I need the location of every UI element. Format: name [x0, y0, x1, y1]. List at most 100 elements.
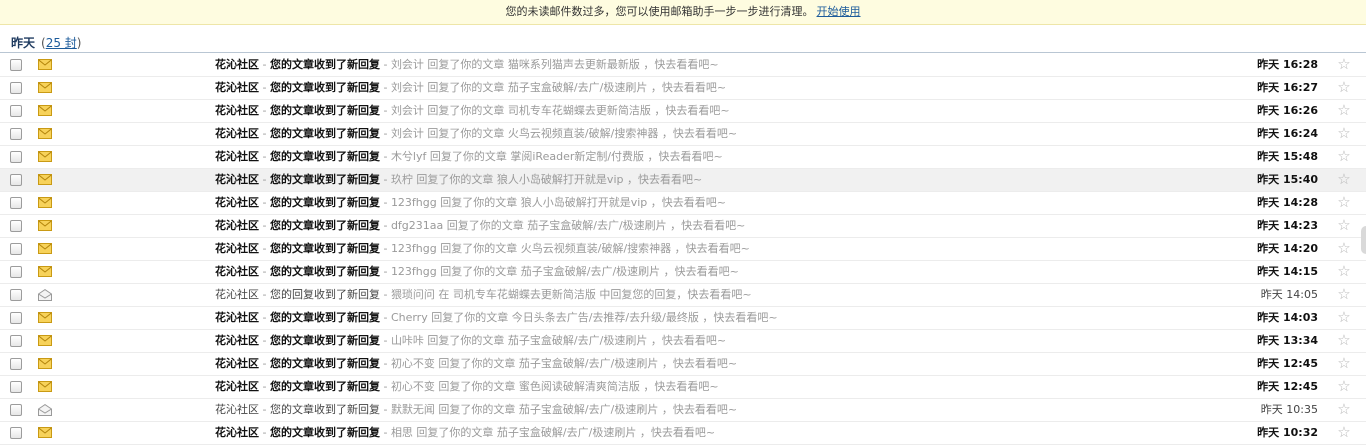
star-icon[interactable]: ☆ [1336, 309, 1352, 325]
scrollbar-handle[interactable] [1361, 226, 1366, 254]
mail-row[interactable]: 花沁社区 - 您的文章收到了新回复 - 123fhgg 回复了你的文章 火鸟云视… [0, 238, 1366, 261]
separator: - [259, 219, 270, 232]
mail-row[interactable]: 花沁社区 - 您的文章收到了新回复 - 默默无闻 回复了你的文章 茄子宝盒破解/… [0, 399, 1366, 422]
mail-line[interactable]: 花沁社区 - 您的文章收到了新回复 - 木兮lyf 回复了你的文章 掌阅iRea… [215, 146, 1245, 168]
envelope-closed-icon [38, 266, 52, 277]
row-checkbox[interactable] [10, 404, 22, 416]
mail-summary: 123fhgg 回复了你的文章 茄子宝盒破解/去广/极速刷片 ，快去看看吧~ [390, 265, 739, 278]
row-checkbox[interactable] [10, 220, 22, 232]
star-icon[interactable]: ☆ [1336, 217, 1352, 233]
row-checkbox[interactable] [10, 427, 22, 439]
mail-time: 昨天 14:15 [1257, 265, 1318, 278]
mail-line[interactable]: 花沁社区 - 您的回复收到了新回复 - 猥琐问问 在 司机专车花蝴蝶去更新简洁版… [215, 284, 1245, 306]
mail-row[interactable]: 花沁社区 - 您的文章收到了新回复 - 木兮lyf 回复了你的文章 掌阅iRea… [0, 146, 1366, 169]
row-checkbox[interactable] [10, 358, 22, 370]
star-icon[interactable]: ☆ [1336, 240, 1352, 256]
group-count: (25 封) [41, 36, 82, 50]
star-icon[interactable]: ☆ [1336, 56, 1352, 72]
mail-sender: 花沁社区 [215, 58, 259, 71]
mail-time: 昨天 10:35 [1260, 403, 1318, 416]
row-checkbox[interactable] [10, 335, 22, 347]
mail-line[interactable]: 花沁社区 - 您的文章收到了新回复 - 山咔咔 回复了你的文章 茄子宝盒破解/去… [215, 330, 1245, 352]
mail-line[interactable]: 花沁社区 - 您的文章收到了新回复 - dfg231aa 回复了你的文章 茄子宝… [215, 215, 1245, 237]
mail-time: 昨天 14:23 [1257, 219, 1318, 232]
mail-line[interactable]: 花沁社区 - 您的文章收到了新回复 - 刘会计 回复了你的文章 茄子宝盒破解/去… [215, 77, 1245, 99]
star-icon[interactable]: ☆ [1336, 355, 1352, 371]
mail-row[interactable]: 花沁社区 - 您的文章收到了新回复 - Cherry 回复了你的文章 今日头条去… [0, 307, 1366, 330]
separator: - [259, 311, 270, 324]
envelope-closed-icon [38, 381, 52, 392]
separator: - [379, 58, 391, 71]
envelope-closed-icon [38, 358, 52, 369]
start-using-link[interactable]: 开始使用 [817, 5, 861, 18]
mail-summary: dfg231aa 回复了你的文章 茄子宝盒破解/去广/极速刷片 ，快去看看吧~ [390, 219, 746, 232]
mail-subject: 您的文章收到了新回复 [269, 334, 380, 347]
star-icon[interactable]: ☆ [1336, 194, 1352, 210]
row-checkbox[interactable] [10, 243, 22, 255]
mail-line[interactable]: 花沁社区 - 您的文章收到了新回复 - 默默无闻 回复了你的文章 茄子宝盒破解/… [215, 399, 1245, 421]
row-checkbox[interactable] [10, 266, 22, 278]
mail-line[interactable]: 花沁社区 - 您的文章收到了新回复 - 初心不变 回复了你的文章 蜜色阅读破解清… [215, 376, 1245, 398]
mail-subject: 您的文章收到了新回复 [269, 173, 380, 186]
group-count-link[interactable]: 25 封 [46, 36, 77, 50]
mail-line[interactable]: 花沁社区 - 您的文章收到了新回复 - 123fhgg 回复了你的文章 火鸟云视… [215, 238, 1245, 260]
row-checkbox[interactable] [10, 381, 22, 393]
mail-summary: Cherry 回复了你的文章 今日头条去广告/去推荐/去升级/最终版 ，快去看看… [390, 311, 778, 324]
row-checkbox[interactable] [10, 128, 22, 140]
star-icon[interactable]: ☆ [1336, 424, 1352, 440]
mail-row[interactable]: 花沁社区 - 您的文章收到了新回复 - 123fhgg 回复了你的文章 茄子宝盒… [0, 261, 1366, 284]
mail-row[interactable]: 花沁社区 - 您的文章收到了新回复 - dfg231aa 回复了你的文章 茄子宝… [0, 215, 1366, 238]
row-checkbox[interactable] [10, 289, 22, 301]
mail-line[interactable]: 花沁社区 - 您的文章收到了新回复 - 初心不变 回复了你的文章 茄子宝盒破解/… [215, 353, 1245, 375]
mail-line[interactable]: 花沁社区 - 您的文章收到了新回复 - 刘会计 回复了你的文章 司机专车花蝴蝶去… [215, 100, 1245, 122]
star-icon[interactable]: ☆ [1336, 171, 1352, 187]
mail-row[interactable]: 花沁社区 - 您的文章收到了新回复 - 刘会计 回复了你的文章 猫咪系列猫声去更… [0, 54, 1366, 77]
mail-line[interactable]: 花沁社区 - 您的文章收到了新回复 - 123fhgg 回复了你的文章 狼人小岛… [215, 192, 1245, 214]
star-icon[interactable]: ☆ [1336, 79, 1352, 95]
separator: - [259, 403, 270, 416]
row-checkbox[interactable] [10, 105, 22, 117]
mail-row[interactable]: 花沁社区 - 您的文章收到了新回复 - 刘会计 回复了你的文章 司机专车花蝴蝶去… [0, 100, 1366, 123]
row-checkbox[interactable] [10, 174, 22, 186]
row-checkbox[interactable] [10, 197, 22, 209]
star-icon[interactable]: ☆ [1336, 378, 1352, 394]
separator: - [379, 104, 391, 117]
mail-row[interactable]: 花沁社区 - 您的文章收到了新回复 - 刘会计 回复了你的文章 茄子宝盒破解/去… [0, 77, 1366, 100]
separator: - [259, 357, 270, 370]
mail-row[interactable]: 花沁社区 - 您的文章收到了新回复 - 123fhgg 回复了你的文章 狼人小岛… [0, 192, 1366, 215]
mail-summary: 木兮lyf 回复了你的文章 掌阅iReader新定制/付费版 ，快去看看吧~ [390, 150, 723, 163]
mail-line[interactable]: 花沁社区 - 您的文章收到了新回复 - 玖柠 回复了你的文章 狼人小岛破解打开就… [215, 169, 1245, 191]
mail-line[interactable]: 花沁社区 - 您的文章收到了新回复 - 123fhgg 回复了你的文章 茄子宝盒… [215, 261, 1245, 283]
mail-row[interactable]: 花沁社区 - 您的文章收到了新回复 - 初心不变 回复了你的文章 茄子宝盒破解/… [0, 353, 1366, 376]
mail-row[interactable]: 花沁社区 - 您的文章收到了新回复 - 刘会计 回复了你的文章 火鸟云视频直装/… [0, 123, 1366, 146]
star-icon[interactable]: ☆ [1336, 401, 1352, 417]
row-checkbox[interactable] [10, 59, 22, 71]
star-icon[interactable]: ☆ [1336, 286, 1352, 302]
mail-summary: 刘会计 回复了你的文章 茄子宝盒破解/去广/极速刷片 ，快去看看吧~ [390, 81, 727, 94]
mail-summary: 123fhgg 回复了你的文章 火鸟云视频直装/破解/搜索神器 ，快去看看吧~ [390, 242, 750, 255]
row-checkbox[interactable] [10, 151, 22, 163]
mail-sender: 花沁社区 [215, 104, 259, 117]
mail-line[interactable]: 花沁社区 - 您的文章收到了新回复 - 刘会计 回复了你的文章 猫咪系列猫声去更… [215, 54, 1245, 76]
star-icon[interactable]: ☆ [1336, 148, 1352, 164]
envelope-closed-icon [38, 197, 52, 208]
mail-row[interactable]: 花沁社区 - 您的回复收到了新回复 - 猥琐问问 在 司机专车花蝴蝶去更新简洁版… [0, 284, 1366, 307]
mail-row[interactable]: 花沁社区 - 您的文章收到了新回复 - 山咔咔 回复了你的文章 茄子宝盒破解/去… [0, 330, 1366, 353]
star-icon[interactable]: ☆ [1336, 263, 1352, 279]
star-icon[interactable]: ☆ [1336, 102, 1352, 118]
row-checkbox[interactable] [10, 82, 22, 94]
mail-line[interactable]: 花沁社区 - 您的文章收到了新回复 - 相思 回复了你的文章 茄子宝盒破解/去广… [215, 422, 1245, 444]
mail-sender: 花沁社区 [215, 127, 259, 140]
mail-summary: 刘会计 回复了你的文章 猫咪系列猫声去更新最新版 ，快去看看吧~ [390, 58, 719, 71]
row-checkbox[interactable] [10, 312, 22, 324]
mail-sender: 花沁社区 [215, 334, 259, 347]
mail-line[interactable]: 花沁社区 - 您的文章收到了新回复 - 刘会计 回复了你的文章 火鸟云视频直装/… [215, 123, 1245, 145]
mail-row[interactable]: 花沁社区 - 您的文章收到了新回复 - 相思 回复了你的文章 茄子宝盒破解/去广… [0, 422, 1366, 445]
mail-time: 昨天 15:48 [1257, 150, 1318, 163]
star-icon[interactable]: ☆ [1336, 332, 1352, 348]
mail-line[interactable]: 花沁社区 - 您的文章收到了新回复 - Cherry 回复了你的文章 今日头条去… [215, 307, 1245, 329]
mail-row[interactable]: 花沁社区 - 您的文章收到了新回复 - 初心不变 回复了你的文章 蜜色阅读破解清… [0, 376, 1366, 399]
mail-row[interactable]: 花沁社区 - 您的文章收到了新回复 - 玖柠 回复了你的文章 狼人小岛破解打开就… [0, 169, 1366, 192]
separator: - [259, 196, 270, 209]
star-icon[interactable]: ☆ [1336, 125, 1352, 141]
